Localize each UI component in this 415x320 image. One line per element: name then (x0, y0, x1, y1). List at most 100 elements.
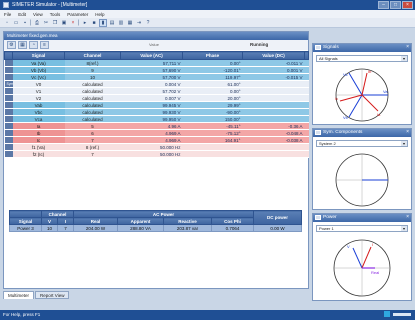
table-icon[interactable]: ▤ (108, 19, 116, 27)
cell-phase: 0.00° (182, 87, 243, 95)
table-row[interactable]: Vb (Vb) 9 57,690 V -120.01° 0.001 V (4, 66, 309, 74)
cell-phase: -45.11° (182, 122, 243, 130)
label-vc: Vc (343, 72, 348, 77)
cell-phase: 20.00° (182, 94, 243, 102)
table-row[interactable]: f1 (Va) 8 (ref.) 50.000 Hz (4, 143, 309, 151)
cell-phase: 164.91° (182, 136, 243, 144)
cell-channel: 6 (64, 129, 121, 137)
row-group-marker (4, 122, 13, 130)
close-button[interactable]: × (402, 1, 413, 9)
col-value-dc[interactable]: Value (DC) (242, 51, 305, 60)
table-row[interactable]: Vca calculated 99.950 V 150.00° (4, 115, 309, 123)
tab-report-view[interactable]: Report View (35, 291, 70, 299)
stop-icon[interactable]: ■ (90, 19, 98, 27)
grid-icon[interactable]: ▦ (18, 41, 27, 49)
settings-icon[interactable]: ⚙ (7, 41, 16, 49)
tab-multimeter[interactable]: Multimeter (3, 291, 35, 299)
table-row[interactable]: V2 calculated 0.007 V 20.00° (4, 94, 309, 102)
col-phase[interactable]: Phase (182, 51, 243, 60)
table-row[interactable]: Power 3 10 7 204.00 W 288.80 VA 203.87 v… (9, 224, 303, 232)
label-real: Real (371, 270, 379, 275)
power-dc-group: DC power (253, 210, 303, 225)
cell-signal: Ib (12, 129, 65, 137)
table-row[interactable]: f2 (Ic) 7 50.000 Hz (4, 150, 309, 158)
cell-value-ac: 99.945 V (120, 101, 183, 109)
print-icon[interactable]: ⎙ (33, 19, 41, 27)
status-running: Running (250, 42, 269, 47)
panel-header: Power × (313, 214, 411, 222)
cell-channel: calculated (64, 108, 121, 116)
cell-value-ac: 57,690 V (120, 66, 183, 74)
help-icon[interactable]: ? (144, 19, 152, 27)
power-col-cosphi: Cos Phi (211, 217, 255, 225)
menu-edit[interactable]: Edit (18, 12, 26, 17)
menu-file[interactable]: File (4, 12, 11, 17)
table-row[interactable]: Va (Va) 8(ref.) 57,711 V 0.00° -0.011 V (4, 59, 309, 67)
power-reactive: 203.87 var (163, 224, 213, 232)
power-i: 7 (56, 224, 75, 232)
open-icon[interactable]: ▭ (12, 19, 20, 27)
symmetric-components-panel: Sym. Components × System 2 ▾ (312, 128, 412, 210)
menu-view[interactable]: View (33, 12, 43, 17)
minimize-button[interactable]: – (378, 1, 389, 9)
multimeter-window: Multimeter fixed.gen.mea ⚙ ▦ ◔ ≡ Value R… (3, 31, 309, 289)
table-row[interactable]: Vbc calculated 99.930 V -90.00° (4, 108, 309, 116)
cell-signal: f1 (Va) (12, 143, 65, 151)
col-value-ac[interactable]: Value (AC) (120, 51, 183, 60)
table-row[interactable]: SymmetricV0calculated0.004 V61.00° (4, 80, 309, 88)
symmetric-select[interactable]: System 2 ▾ (316, 140, 408, 147)
label-ic: Ic (335, 96, 338, 101)
cell-value-dc: -0.038 A (242, 136, 305, 144)
paste-icon[interactable]: ▣ (60, 19, 68, 27)
cell-channel: 7 (64, 150, 121, 158)
save-icon[interactable]: ▪ (21, 19, 29, 27)
export-icon[interactable]: ⇥ (135, 19, 143, 27)
chevron-down-icon[interactable]: ▾ (401, 56, 407, 61)
menu-parameter[interactable]: Parameter (67, 12, 88, 17)
table-row[interactable]: Vc (Vc) 10 57,700 V 119.97° -0.015 V (4, 73, 309, 81)
symmetric-select-value: System 2 (319, 141, 336, 146)
cell-phase: -90.00° (182, 108, 243, 116)
col-signal[interactable]: Signal (12, 51, 65, 60)
power-col-i: I (56, 217, 75, 225)
chart-icon[interactable]: ▮ (99, 18, 107, 27)
table-row[interactable]: Ic 7 4.969 A 164.91° -0.038 A (4, 136, 309, 144)
play-icon[interactable]: ▸ (81, 19, 89, 27)
close-icon[interactable]: × (406, 214, 409, 220)
menu-help[interactable]: Help (95, 12, 104, 17)
table-row[interactable]: Vab calculated 99.945 V 29.99° (4, 101, 309, 109)
window-icon[interactable]: ▦ (126, 19, 134, 27)
close-icon[interactable]: × (406, 44, 409, 50)
table-row[interactable]: Ib 6 4.969 A -75.12° -0.048 A (4, 129, 309, 137)
maximize-button[interactable]: □ (390, 1, 401, 9)
phasor-icon[interactable]: ◔ (29, 41, 38, 49)
row-group-marker (4, 129, 13, 137)
list-icon[interactable]: ≡ (40, 41, 49, 49)
menu-tools[interactable]: Tools (50, 12, 61, 17)
menu-bar: File Edit View Tools Parameter Help (0, 10, 415, 18)
cut-icon[interactable]: ✂ (42, 19, 50, 27)
cell-signal: Vbc (12, 108, 65, 116)
phasor-ib (361, 72, 368, 96)
power-apparent: 288.80 VA (117, 224, 165, 232)
copy-icon[interactable]: ❐ (51, 19, 59, 27)
power-real: 204.00 W (73, 224, 119, 232)
app-icon (3, 2, 9, 8)
cell-value-ac: 4.969 A (120, 136, 183, 144)
col-channel[interactable]: Channel (64, 51, 121, 60)
cell-channel: calculated (64, 94, 121, 102)
layout-icon[interactable]: ▥ (117, 19, 125, 27)
power-select-value: Power 1 (319, 226, 334, 231)
new-icon[interactable]: ▫ (3, 19, 11, 27)
power-select[interactable]: Power 1 ▾ (316, 225, 408, 232)
chevron-down-icon[interactable]: ▾ (401, 226, 407, 231)
cell-phase: 150.00° (182, 115, 243, 123)
label-va: Va (383, 89, 388, 94)
table-row[interactable]: V1 calculated 57.702 V 0.00° (4, 87, 309, 95)
chevron-down-icon[interactable]: ▾ (401, 141, 407, 146)
delete-icon[interactable]: × (69, 19, 77, 27)
signals-select[interactable]: All Signals ▾ (316, 55, 408, 62)
close-icon[interactable]: × (406, 129, 409, 135)
table-row[interactable]: Ia 5 4.96 A -45.11° -0.36 A (4, 122, 309, 130)
cell-channel: 10 (64, 73, 121, 81)
